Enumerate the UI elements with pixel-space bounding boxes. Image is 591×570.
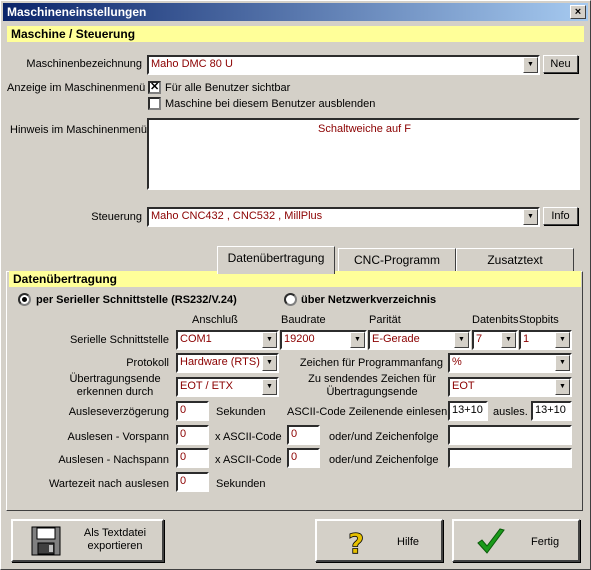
control-label: Steuerung <box>91 211 142 223</box>
baud-value: 19200 <box>284 333 315 345</box>
databits-value: 7 <box>476 333 483 345</box>
network-radio-label: über Netzwerkverzeichnis <box>301 294 437 306</box>
hide-machine-checkbox[interactable] <box>148 97 161 110</box>
col-baud-header: Baudrate <box>281 314 326 326</box>
delay-seconds-label: Sekunden <box>216 406 266 418</box>
visible-all-label: Für alle Benutzer sichtbar <box>165 82 291 94</box>
start-char-label: Zeichen für Programmanfang <box>299 357 443 369</box>
chevron-down-icon[interactable]: ▼ <box>501 332 516 348</box>
delay-input[interactable]: 0 <box>176 401 209 421</box>
prefix-code-input[interactable]: 0 <box>287 425 320 445</box>
ascii-end-in-input[interactable]: 13+10 <box>448 401 488 421</box>
chevron-down-icon[interactable]: ▼ <box>555 379 570 395</box>
suffix-label: Auslesen - Nachspann <box>58 454 169 466</box>
ausles-label: ausles. <box>493 406 528 418</box>
prefix-ascii-label: x ASCII-Code <box>215 431 282 443</box>
chevron-down-icon[interactable]: ▼ <box>555 332 570 348</box>
col-databits-header: Datenbits <box>472 314 519 326</box>
close-button[interactable]: × <box>570 5 586 19</box>
chevron-down-icon[interactable]: ▼ <box>523 57 538 73</box>
wait-seconds-label: Sekunden <box>216 478 266 490</box>
export-button[interactable]: Als Textdatei exportieren <box>11 519 164 562</box>
suffix-ascii-label: x ASCII-Code <box>215 454 282 466</box>
machine-name-label: Maschinenbezeichnung <box>26 58 142 70</box>
question-mark-icon: ? <box>348 527 365 557</box>
baud-combo[interactable]: 19200 ▼ <box>280 330 367 350</box>
machine-name-value: Maho DMC 80 U <box>151 58 233 70</box>
window-title: Maschineneinstellungen <box>7 5 147 19</box>
start-char-combo[interactable]: % ▼ <box>448 353 572 373</box>
databits-combo[interactable]: 7 ▼ <box>472 330 518 350</box>
checkmark-icon <box>477 528 505 554</box>
col-port-header: Anschluß <box>192 314 238 326</box>
chevron-down-icon[interactable]: ▼ <box>262 355 277 371</box>
protocol-value: Hardware (RTS) <box>180 356 260 368</box>
suffix-code-input[interactable]: 0 <box>287 448 320 468</box>
network-radio[interactable] <box>284 293 297 306</box>
title-bar: Maschineneinstellungen × <box>3 3 588 21</box>
ascii-end-out-input[interactable]: 13+10 <box>531 401 572 421</box>
end-detect-label: Übertragungsende erkennen durch <box>69 373 161 398</box>
serial-port-label: Serielle Schnittstelle <box>69 334 169 346</box>
tab-data-transfer[interactable]: Datenübertragung <box>217 246 335 274</box>
end-char-value: EOT <box>452 380 475 392</box>
prefix-seq-input[interactable] <box>448 425 572 445</box>
prefix-label: Auslesen - Vorspann <box>67 431 169 443</box>
suffix-count-input[interactable]: 0 <box>176 448 209 468</box>
control-value: Maho CNC432 , CNC532 , MillPlus <box>151 210 323 222</box>
machine-name-combo[interactable]: Maho DMC 80 U ▼ <box>147 55 540 75</box>
start-char-value: % <box>452 356 462 368</box>
export-button-label: Als Textdatei exportieren <box>83 527 147 552</box>
stopbits-combo[interactable]: 1 ▼ <box>519 330 572 350</box>
end-detect-value: EOT / ETX <box>180 380 233 392</box>
chevron-down-icon[interactable]: ▼ <box>523 209 538 225</box>
parity-combo[interactable]: E-Gerade ▼ <box>368 330 471 350</box>
help-button[interactable]: ? Hilfe <box>315 519 443 562</box>
serial-radio-label: per Serieller Schnittstelle (RS232/V.24) <box>36 294 237 306</box>
done-button-label: Fertig <box>531 536 560 548</box>
tab-additional-text[interactable]: Zusatztext <box>456 248 574 272</box>
hint-label: Hinweis im Maschinenmenü <box>10 124 147 136</box>
menu-display-label: Anzeige im Maschinenmenü <box>7 82 146 94</box>
chevron-down-icon[interactable]: ▼ <box>262 379 277 395</box>
suffix-seq-input[interactable] <box>448 448 572 468</box>
prefix-count-input[interactable]: 0 <box>176 425 209 445</box>
serial-radio[interactable] <box>18 293 31 306</box>
info-button[interactable]: Info <box>543 207 578 225</box>
hint-value: Schaltweiche auf F <box>318 123 411 135</box>
col-stopbits-header: Stopbits <box>519 314 559 326</box>
wait-input[interactable]: 0 <box>176 472 209 492</box>
end-detect-combo[interactable]: EOT / ETX ▼ <box>176 377 279 397</box>
delay-label: Ausleseverzögerung <box>68 406 169 418</box>
control-combo[interactable]: Maho CNC432 , CNC532 , MillPlus ▼ <box>147 207 540 227</box>
settings-window: Maschineneinstellungen × Maschine / Steu… <box>0 0 591 570</box>
parity-value: E-Gerade <box>372 333 420 345</box>
done-button[interactable]: Fertig <box>452 519 580 562</box>
new-button[interactable]: Neu <box>543 55 578 73</box>
hint-textarea[interactable]: Schaltweiche auf F <box>147 118 580 190</box>
protocol-label: Protokoll <box>126 357 169 369</box>
end-char-label: Zu sendendes Zeichen für Übertragungsend… <box>308 373 436 398</box>
chevron-down-icon[interactable]: ▼ <box>350 332 365 348</box>
chevron-down-icon[interactable]: ▼ <box>555 355 570 371</box>
wait-label: Wartezeit nach auslesen <box>48 478 169 490</box>
port-combo[interactable]: COM1 ▼ <box>176 330 279 350</box>
suffix-seq-label: oder/und Zeichenfolge <box>329 454 439 466</box>
chevron-down-icon[interactable]: ▼ <box>454 332 469 348</box>
end-char-combo[interactable]: EOT ▼ <box>448 377 572 397</box>
tab-cnc-program[interactable]: CNC-Programm <box>338 248 456 272</box>
help-button-label: Hilfe <box>397 536 420 548</box>
port-value: COM1 <box>180 333 212 345</box>
protocol-combo[interactable]: Hardware (RTS) ▼ <box>176 353 279 373</box>
floppy-disk-icon <box>31 526 61 556</box>
svg-text:?: ? <box>348 527 364 557</box>
col-parity-header: Parität <box>369 314 401 326</box>
chevron-down-icon[interactable]: ▼ <box>262 332 277 348</box>
visible-all-checkbox[interactable]: ✕ <box>148 81 161 94</box>
ascii-end-label: ASCII-Code Zeilenende einlesen <box>287 406 448 418</box>
prefix-seq-label: oder/und Zeichenfolge <box>329 431 439 443</box>
stopbits-value: 1 <box>523 333 530 345</box>
hide-machine-label: Maschine bei diesem Benutzer ausblenden <box>165 98 376 110</box>
section-header-machine: Maschine / Steuerung <box>7 26 584 42</box>
